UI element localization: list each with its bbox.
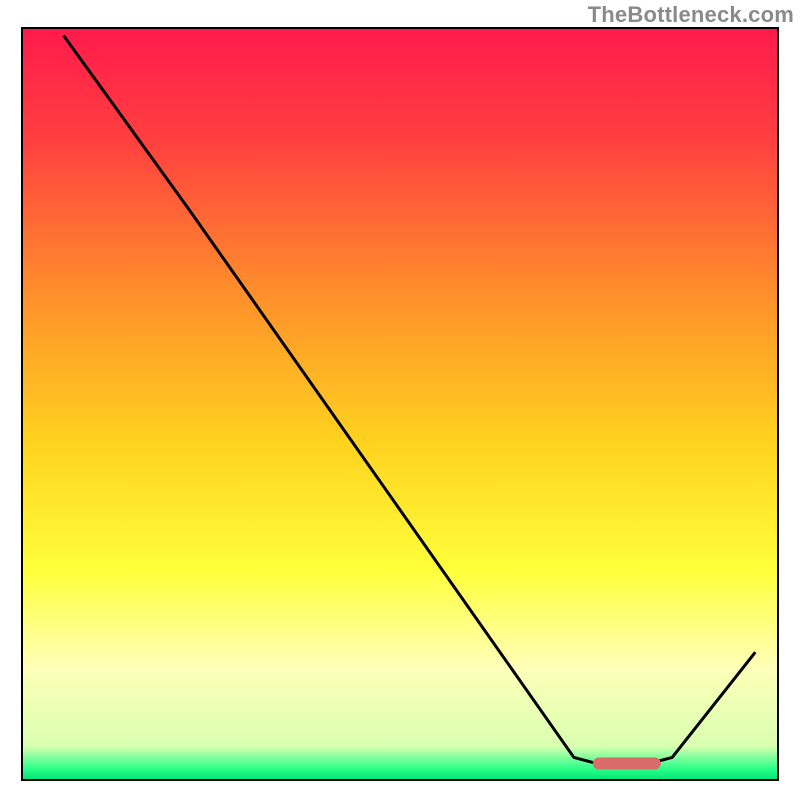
gradient-background	[22, 28, 778, 780]
bottleneck-chart	[0, 0, 800, 800]
chart-container: { "watermark": "TheBottleneck.com", "cha…	[0, 0, 800, 800]
highlight-marker	[593, 757, 661, 769]
watermark-text: TheBottleneck.com	[588, 2, 794, 28]
